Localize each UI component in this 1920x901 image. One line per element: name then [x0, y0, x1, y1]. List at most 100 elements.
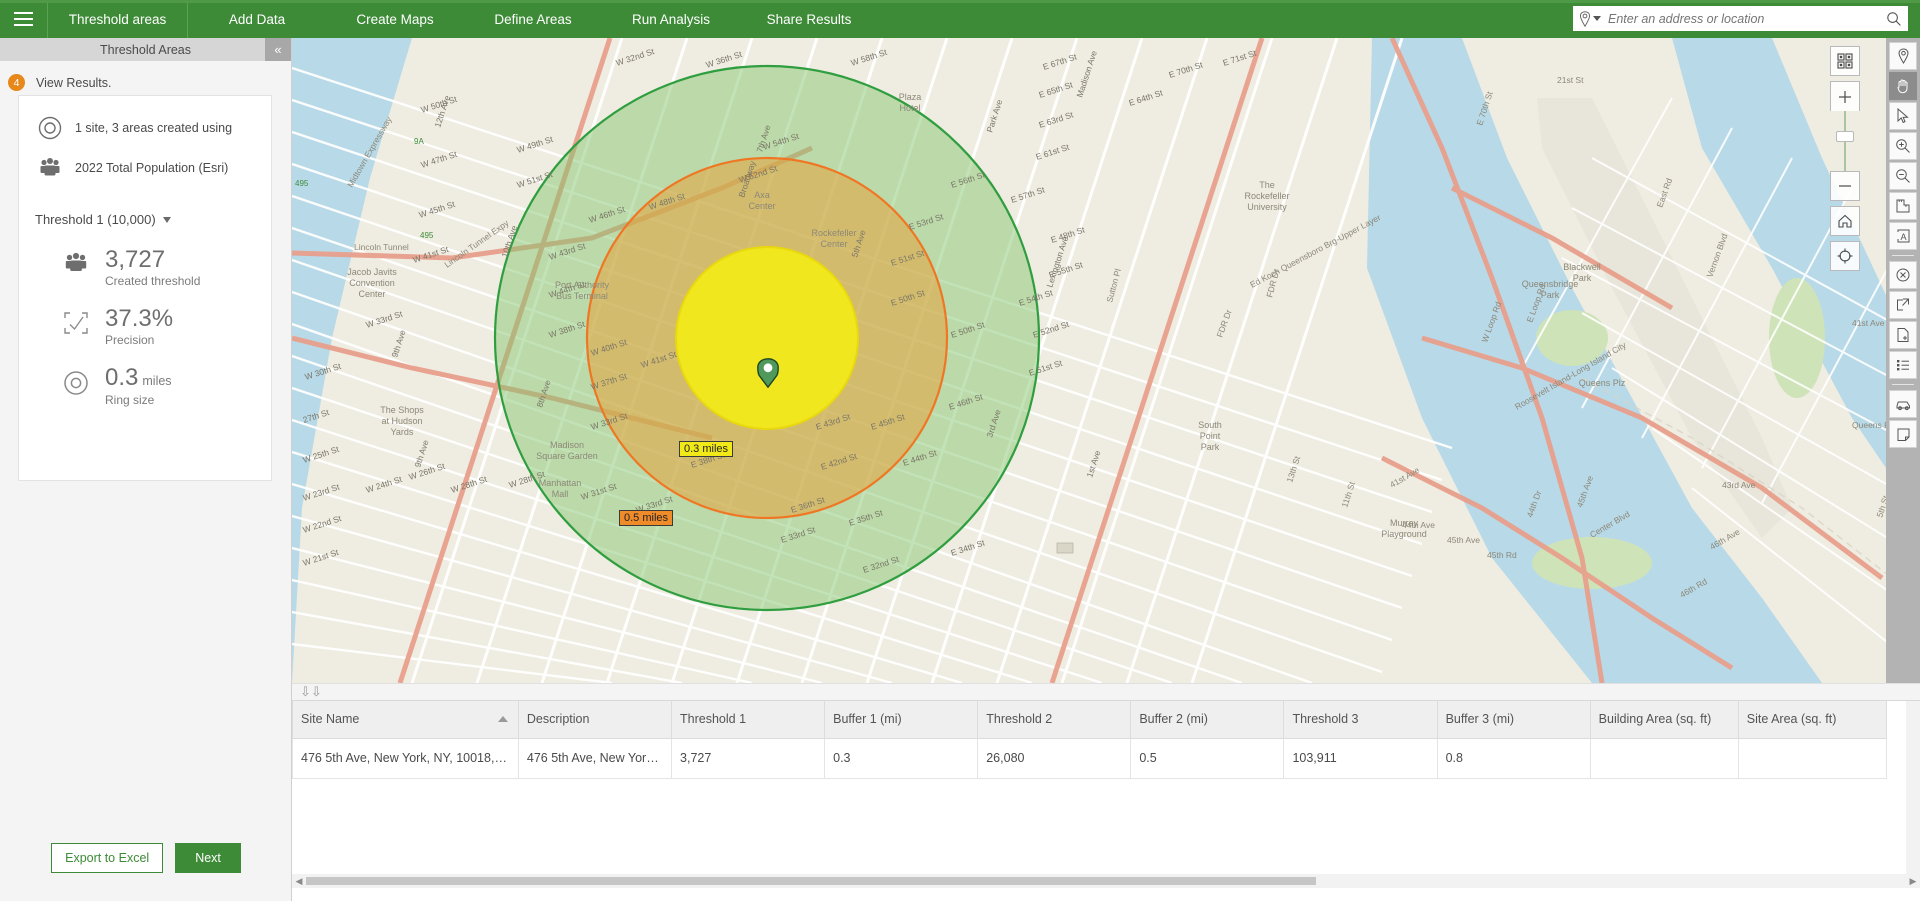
scroll-right-arrow-icon[interactable]: ▶ [1906, 876, 1920, 887]
svg-text:A: A [1901, 232, 1907, 242]
svg-text:Center: Center [748, 201, 775, 211]
next-button[interactable]: Next [175, 843, 241, 873]
double-chevron-down-icon[interactable]: ⇩⇩ [300, 684, 322, 700]
zoom-slider[interactable] [1830, 111, 1860, 171]
measure-ruler-icon[interactable] [1889, 192, 1917, 220]
svg-text:9A: 9A [414, 137, 424, 146]
results-table: Site Name Description Threshold 1 Buffer… [292, 701, 1888, 779]
nav-item-label: Add Data [228, 11, 286, 27]
column-label: Threshold 3 [1292, 712, 1359, 727]
column-header-threshold-3[interactable]: Threshold 3 [1283, 701, 1438, 739]
column-label: Buffer 2 (mi) [1139, 712, 1208, 727]
zoom-in-magnifier-icon[interactable] [1889, 132, 1917, 160]
svg-text:Square Garden: Square Garden [536, 451, 598, 461]
column-label: Buffer 3 (mi) [1445, 712, 1515, 727]
clear-selection-icon[interactable] [1889, 261, 1917, 289]
map-canvas[interactable]: W 50th St W 47th St W 45th St W 41st St … [292, 38, 1920, 683]
stat-value: 0.3 [105, 364, 139, 392]
add-text-icon[interactable]: A [1889, 222, 1917, 250]
nav-item-define-areas[interactable]: Define Areas [464, 0, 602, 38]
drive-time-car-icon[interactable] [1889, 390, 1917, 418]
nav-tab-threshold-areas[interactable]: Threshold areas [48, 0, 188, 38]
zoom-out-magnifier-icon[interactable] [1889, 162, 1917, 190]
export-share-icon[interactable] [1889, 291, 1917, 319]
cell-threshold-3: 103,911 [1283, 737, 1438, 779]
select-pointer-icon[interactable] [1889, 102, 1917, 130]
nav-item-create-maps[interactable]: Create Maps [326, 0, 464, 38]
scroll-track[interactable] [306, 877, 1906, 885]
column-header-description[interactable]: Description [517, 701, 673, 739]
column-header-site-name[interactable]: Site Name [292, 701, 519, 739]
svg-text:The: The [1259, 180, 1275, 190]
map-tools-toolbar: A [1886, 38, 1920, 683]
legend-list-icon[interactable] [1889, 351, 1917, 379]
chevron-down-icon[interactable] [1593, 16, 1601, 21]
table-vertical-scrollbar[interactable] [1906, 701, 1920, 888]
note-flag-icon[interactable] [1889, 420, 1917, 448]
add-to-pdf-icon[interactable] [1889, 321, 1917, 349]
svg-text:Axa: Axa [754, 190, 770, 200]
svg-text:43rd Ave: 43rd Ave [1722, 480, 1756, 490]
precision-crop-icon [61, 306, 91, 336]
step-indicator: 4 View Results. [0, 61, 291, 91]
locate-icon[interactable] [1830, 241, 1860, 271]
zoom-in-icon[interactable] [1830, 81, 1860, 111]
hamburger-menu-icon[interactable] [0, 0, 48, 38]
place-site-icon[interactable] [1889, 42, 1917, 70]
column-header-site-area[interactable]: Site Area (sq. ft) [1737, 701, 1888, 739]
basemap-gallery-icon[interactable] [1830, 46, 1860, 76]
column-header-buffer-3[interactable]: Buffer 3 (mi) [1436, 701, 1591, 739]
column-header-threshold-2[interactable]: Threshold 2 [977, 701, 1132, 739]
column-header-buffer-2[interactable]: Buffer 2 (mi) [1130, 701, 1285, 739]
nav-tab-label: Threshold areas [68, 11, 167, 27]
table-row[interactable]: 476 5th Ave, New York, NY, 10018, U... 4… [292, 737, 1888, 779]
threshold-selector-label: Threshold 1 (10,000) [35, 212, 156, 227]
map-table-splitter[interactable]: ⇩⇩ [292, 683, 1920, 700]
map-pin-marker[interactable] [757, 358, 779, 388]
column-header-buffer-1[interactable]: Buffer 1 (mi) [824, 701, 979, 739]
search-input[interactable] [1608, 11, 1886, 26]
panel-collapse-button[interactable]: « [265, 38, 291, 61]
stat-label: Created threshold [105, 274, 201, 289]
column-header-building-area[interactable]: Building Area (sq. ft) [1589, 701, 1739, 739]
stat-label: Ring size [105, 392, 155, 407]
compass-north-icon[interactable] [1836, 131, 1854, 142]
threshold-selector-dropdown[interactable]: Threshold 1 (10,000) [35, 212, 171, 227]
svg-text:45th Rd: 45th Rd [1487, 550, 1517, 560]
cell-building-area [1589, 737, 1739, 779]
zoom-out-icon[interactable] [1830, 171, 1860, 201]
scroll-left-arrow-icon[interactable]: ◀ [292, 876, 306, 887]
svg-text:The Shops: The Shops [380, 405, 424, 415]
nav-item-label: Share Results [766, 11, 852, 27]
search-icon[interactable] [1886, 11, 1902, 27]
table-horizontal-scrollbar[interactable]: ◀ ▶ [292, 874, 1920, 888]
export-to-excel-button[interactable]: Export to Excel [51, 843, 164, 873]
scroll-thumb[interactable] [306, 877, 1316, 885]
pan-hand-icon[interactable] [1889, 72, 1917, 100]
svg-text:Mall: Mall [552, 489, 569, 499]
cell-buffer-2: 0.5 [1130, 737, 1285, 779]
left-results-panel: Threshold Areas « 4 View Results. 1 site… [0, 38, 292, 901]
svg-text:Rockefeller: Rockefeller [811, 228, 856, 238]
svg-text:495: 495 [295, 179, 309, 188]
svg-text:Manhattan: Manhattan [539, 478, 582, 488]
svg-text:Playground: Playground [1381, 529, 1427, 539]
nav-item-share-results[interactable]: Share Results [740, 0, 878, 38]
svg-text:Bus Terminal: Bus Terminal [556, 291, 608, 301]
cell-buffer-1: 0.3 [824, 737, 979, 779]
stat-precision: 37.3% Precision [61, 306, 271, 347]
people-group-icon [61, 247, 91, 275]
svg-text:Hotel: Hotel [899, 103, 920, 113]
nav-item-label: Run Analysis [631, 11, 711, 27]
column-header-threshold-1[interactable]: Threshold 1 [671, 701, 826, 739]
location-search-box[interactable] [1573, 6, 1908, 31]
nav-item-add-data[interactable]: Add Data [188, 0, 326, 38]
nav-item-run-analysis[interactable]: Run Analysis [602, 0, 740, 38]
svg-text:495: 495 [420, 231, 434, 240]
panel-title: Threshold Areas [99, 42, 192, 57]
home-icon[interactable] [1830, 206, 1860, 236]
column-label: Threshold 1 [680, 712, 747, 727]
svg-text:Madison: Madison [550, 440, 584, 450]
column-label: Building Area (sq. ft) [1598, 712, 1712, 727]
svg-text:Queensbridge: Queensbridge [1522, 279, 1579, 289]
